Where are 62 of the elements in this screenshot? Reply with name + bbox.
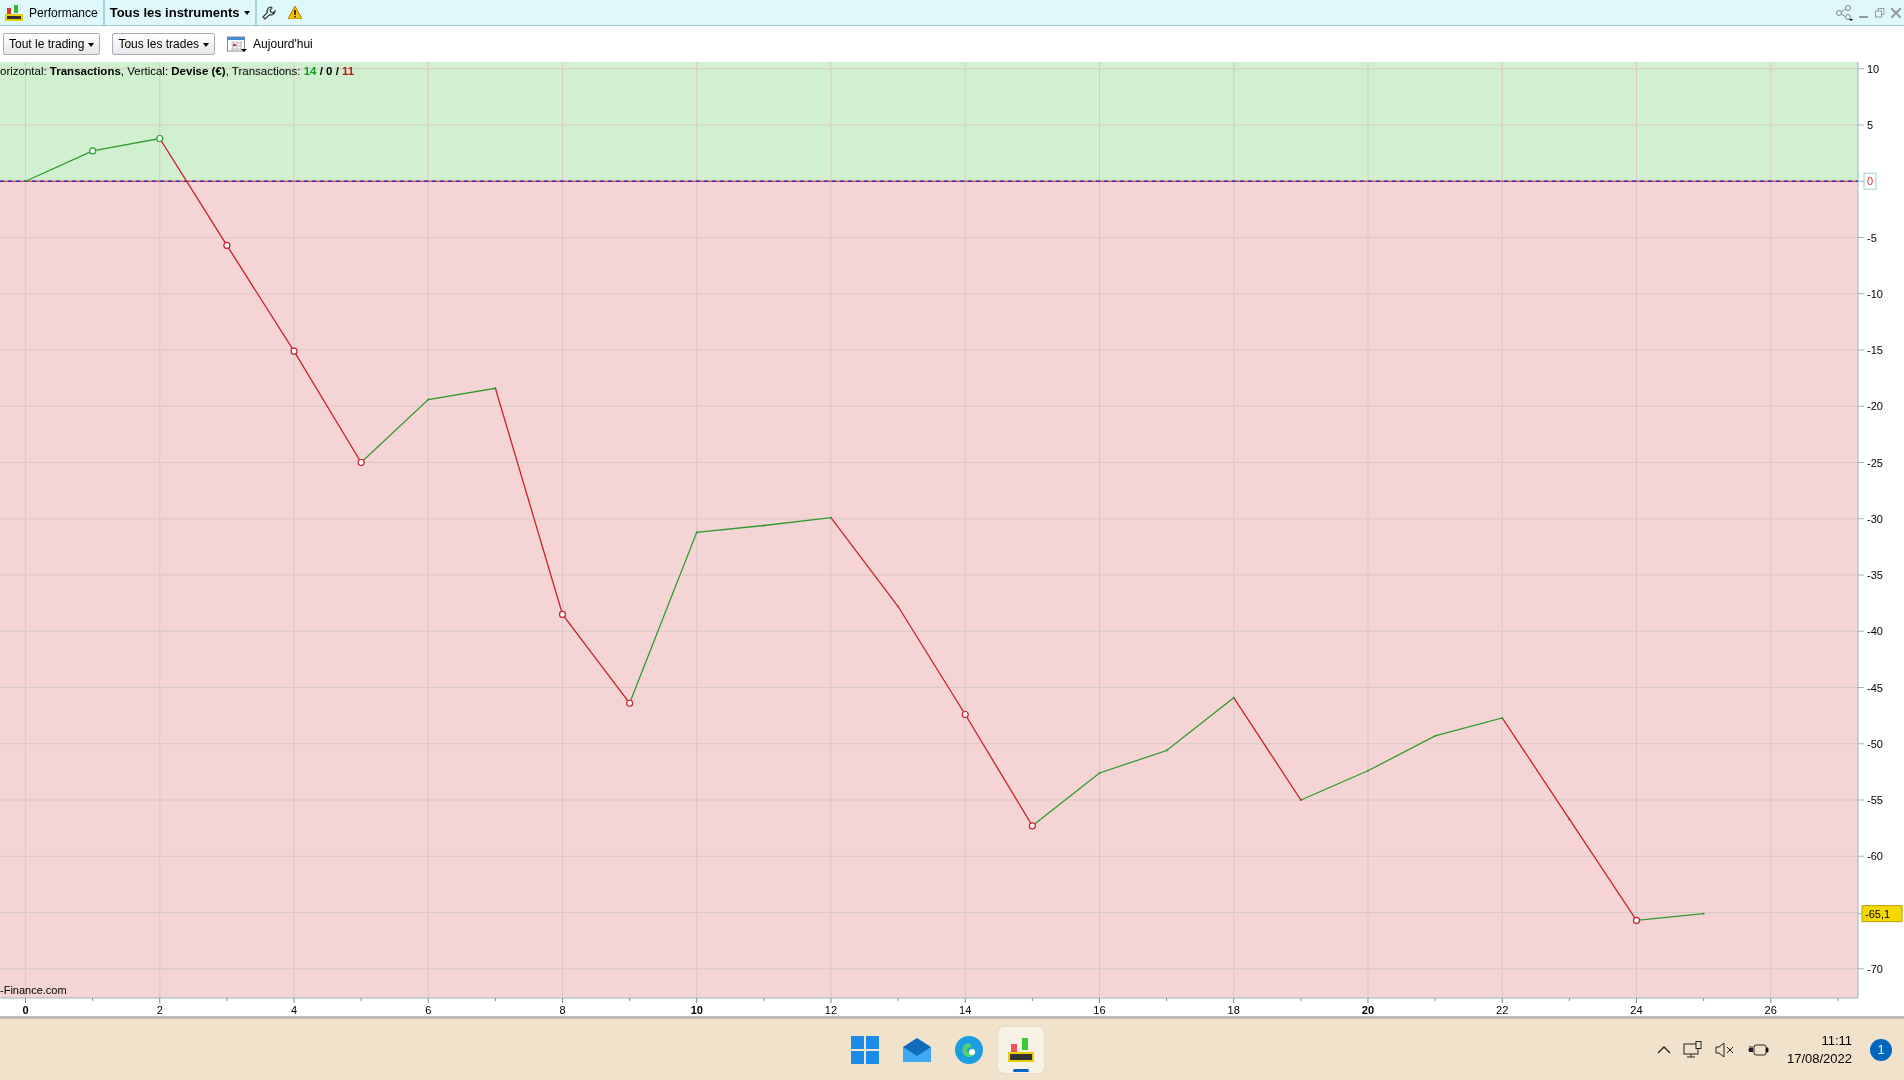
windows-logo-icon[interactable] [851,1035,879,1064]
instruments-dropdown[interactable]: Tous les instruments [109,2,250,23]
y-tick-label: 0 [1867,175,1874,188]
share-icon[interactable] [1835,4,1853,21]
x-axis-label: 4 [290,1004,298,1016]
browser-swirl-icon[interactable] [954,1034,984,1065]
axes-info-text: orizontal: Transactions, Vertical: Devise (€), Transactions: [0,65,301,77]
x-axis-label: 22 [1496,1004,1509,1016]
last-value-label: -65,1 [1861,905,1903,923]
close-icon[interactable] [1891,7,1901,18]
separator-text: / [319,65,323,77]
x-axis-label: 0 [22,1004,29,1016]
notification-badge[interactable]: 1 [1870,1038,1892,1061]
neutral-trades-count: 0 [326,65,333,77]
y-axis-label: 10 [1867,62,1880,75]
chevron-up-icon[interactable] [1656,1045,1671,1054]
zero-value-label: 0 [1863,172,1877,190]
source-label: -Finance.com [0,984,67,996]
y-axis-label: -30 [1867,512,1883,525]
losing-trades-count: 11 [342,65,355,77]
x-axis-label: 2 [156,1004,163,1016]
mail-envelope-icon[interactable] [902,1036,932,1063]
y-axis-label: -15 [1867,344,1883,356]
y-axis-label: -20 [1867,400,1883,413]
monitor-icon[interactable] [1682,1040,1703,1059]
calendar-icon[interactable] [227,35,248,53]
y-axis-label: -70 [1867,962,1883,975]
y-axis-label: -10 [1867,287,1883,300]
x-axis-label: 16 [1093,1004,1106,1016]
x-axis-label: 6 [425,1004,432,1016]
x-axis-label: 8 [559,1004,566,1016]
x-axis-label: 12 [824,1004,838,1016]
x-axis-label: 20 [1361,1004,1375,1016]
demo-chart-app-icon[interactable] [1007,1035,1035,1064]
y-axis-label: -50 [1867,737,1883,750]
clock-date[interactable]: 17/08/2022 [1786,1049,1852,1068]
y-axis-label: -25 [1867,456,1883,469]
x-axis-label: 10 [690,1004,703,1016]
demo-logo-icon [5,3,23,22]
x-axis-label: 18 [1227,1004,1240,1016]
muted-speaker-icon[interactable] [1714,1041,1735,1058]
clock-time[interactable]: 11:11 [1786,1031,1852,1050]
y-axis-label: -45 [1867,681,1883,694]
window-title: Performance [29,4,98,22]
winning-trades-count: 14 [303,65,317,77]
x-axis-label: 26 [1764,1004,1777,1016]
wrench-icon[interactable] [261,5,276,20]
separator-text: / [335,65,339,77]
y-axis-label: 5 [1867,119,1874,131]
restore-icon[interactable] [1875,7,1885,18]
y-axis-label: -35 [1867,569,1883,581]
y-axis-label: -5 [1867,231,1877,244]
trading-dropdown[interactable]: Tout le trading [3,33,101,55]
x-axis-label: 14 [959,1004,972,1016]
y-axis-label: -60 [1867,850,1883,863]
battery-charging-icon[interactable] [1746,1041,1769,1058]
y-axis-label: -55 [1867,794,1883,806]
today-button[interactable]: Aujourd'hui [253,35,313,53]
y-axis-label: -40 [1867,625,1883,638]
x-axis-label: 24 [1630,1004,1643,1016]
warning-icon[interactable] [287,6,302,19]
trades-dropdown[interactable]: Tous les trades [112,33,216,55]
